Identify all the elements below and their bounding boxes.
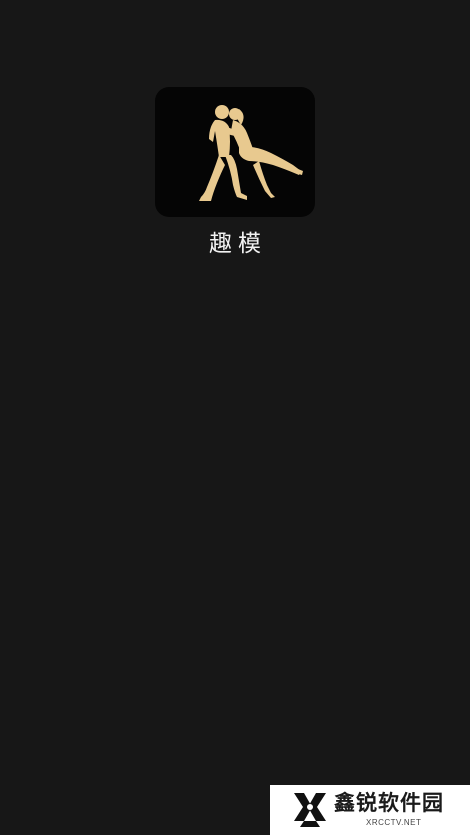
dancing-couple-icon bbox=[199, 105, 303, 201]
x-logo-icon bbox=[294, 793, 326, 827]
app-name: 趣模 bbox=[209, 231, 267, 257]
watermark-banner: 鑫锐软件园 XRCCTV.NET bbox=[270, 785, 470, 835]
watermark-title: 鑫锐软件园 bbox=[334, 791, 444, 815]
watermark-subtitle: XRCCTV.NET bbox=[366, 818, 422, 827]
app-icon[interactable] bbox=[155, 87, 315, 217]
